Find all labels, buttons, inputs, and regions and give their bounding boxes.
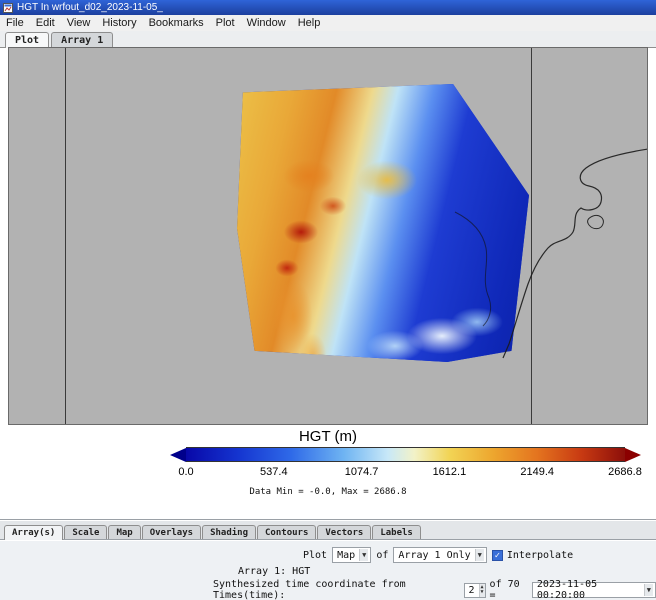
- colorbar-underflow-arrow: [170, 448, 186, 462]
- tab-labels[interactable]: Labels: [372, 525, 421, 539]
- chevron-down-icon: ▼: [359, 549, 368, 561]
- time-value-select[interactable]: 2023-11-05 00:20:00 ▼: [532, 582, 656, 598]
- menu-plot[interactable]: Plot: [210, 15, 241, 31]
- plot-canvas: [8, 47, 648, 425]
- app-window: HGT In wrfout_d02_2023-11-05_ File Edit …: [0, 0, 656, 600]
- chevron-down-icon[interactable]: ▼: [481, 590, 484, 595]
- stepper-arrows[interactable]: ▲ ▼: [479, 584, 485, 597]
- menu-bookmarks[interactable]: Bookmarks: [143, 15, 210, 31]
- array-controls-panel: Plot Map ▼ of Array 1 Only ▼ ✓ Interpola…: [0, 541, 656, 600]
- time-caption: Synthesized time coordinate from Times(t…: [213, 579, 460, 600]
- time-index-stepper[interactable]: 2 ▲ ▼: [464, 583, 486, 598]
- menu-window[interactable]: Window: [241, 15, 292, 31]
- colorbar-tick: 537.4: [260, 466, 288, 478]
- interpolate-label: Interpolate: [507, 550, 573, 561]
- colorbar-gradient: [186, 447, 625, 462]
- interpolate-option[interactable]: ✓ Interpolate: [492, 550, 573, 561]
- plot-label: Plot: [303, 550, 327, 561]
- tab-arrays[interactable]: Array(s): [4, 525, 63, 540]
- time-index-value: 2: [465, 584, 479, 597]
- of-label: of: [376, 550, 388, 561]
- menu-edit[interactable]: Edit: [30, 15, 61, 31]
- menu-history[interactable]: History: [96, 15, 142, 31]
- time-controls-row: Synthesized time coordinate from Times(t…: [213, 579, 656, 600]
- bottom-tabstrip: Array(s) Scale Map Overlays Shading Cont…: [0, 521, 656, 540]
- tab-overlays[interactable]: Overlays: [142, 525, 201, 539]
- coastline-outline: [503, 148, 648, 358]
- plot-type-value: Map: [337, 550, 355, 561]
- chevron-down-icon: ▼: [644, 584, 653, 596]
- colorbar-title: HGT (m): [0, 428, 656, 445]
- plot-type-select[interactable]: Map ▼: [332, 547, 371, 563]
- tab-map[interactable]: Map: [108, 525, 140, 539]
- time-of-label: of 70 =: [490, 579, 528, 600]
- chevron-down-icon: ▼: [475, 549, 484, 561]
- app-icon: [3, 3, 13, 13]
- tab-array-1[interactable]: Array 1: [51, 32, 113, 47]
- colorbar-tick: 2149.4: [520, 466, 554, 478]
- colorbar: [170, 447, 641, 462]
- panel-divider: [0, 519, 656, 520]
- tab-vectors[interactable]: Vectors: [317, 525, 371, 539]
- menu-view[interactable]: View: [61, 15, 97, 31]
- coastline-inner: [455, 212, 491, 326]
- array-info-label: Array 1: HGT: [238, 566, 310, 577]
- coastline-island: [588, 215, 604, 228]
- data-min-max-label: Data Min = -0.0, Max = 2686.8: [0, 487, 656, 497]
- time-value: 2023-11-05 00:20:00: [537, 579, 640, 600]
- colorbar-tick: 0.0: [178, 466, 193, 478]
- colorbar-ticks: 0.0 537.4 1074.7 1612.1 2149.4 2686.8: [170, 466, 641, 480]
- plot-controls-row: Plot Map ▼ of Array 1 Only ▼ ✓ Interpola…: [303, 547, 573, 563]
- menu-file[interactable]: File: [0, 15, 30, 31]
- window-title: HGT In wrfout_d02_2023-11-05_: [17, 2, 163, 13]
- colorbar-tick: 1612.1: [433, 466, 467, 478]
- titlebar: HGT In wrfout_d02_2023-11-05_: [0, 0, 656, 15]
- menubar: File Edit View History Bookmarks Plot Wi…: [0, 15, 656, 31]
- tab-shading[interactable]: Shading: [202, 525, 256, 539]
- tab-contours[interactable]: Contours: [257, 525, 316, 539]
- colorbar-overflow-arrow: [625, 448, 641, 462]
- array-scope-value: Array 1 Only: [398, 550, 470, 561]
- menu-help[interactable]: Help: [292, 15, 327, 31]
- interpolate-checkbox[interactable]: ✓: [492, 550, 503, 561]
- top-tabstrip: Plot Array 1: [0, 31, 656, 48]
- tab-scale[interactable]: Scale: [64, 525, 107, 539]
- colorbar-tick: 2686.8: [608, 466, 642, 478]
- tab-plot[interactable]: Plot: [5, 32, 49, 48]
- map-overlays: [9, 48, 648, 425]
- colorbar-tick: 1074.7: [345, 466, 379, 478]
- array-scope-select[interactable]: Array 1 Only ▼: [393, 547, 486, 563]
